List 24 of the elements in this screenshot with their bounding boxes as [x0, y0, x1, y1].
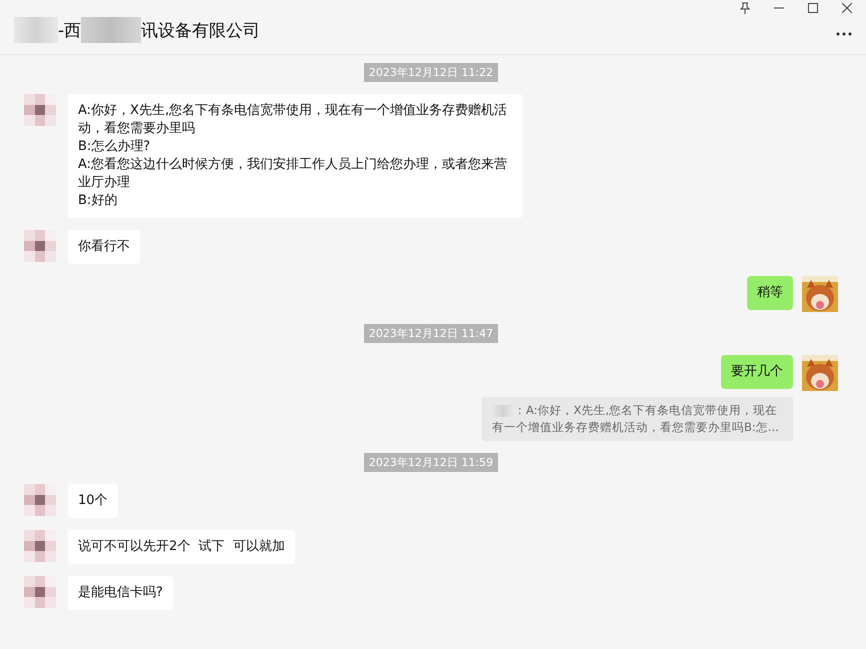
message-bubble: 10个 [68, 484, 118, 518]
message-bubble: 是能电信卡吗? [68, 576, 173, 610]
window-title: 讯设备有限公司 [141, 20, 260, 42]
maximize-icon[interactable] [808, 3, 818, 13]
more-icon[interactable] [836, 32, 852, 36]
avatar [24, 530, 56, 562]
timestamp: 2023年12月12日 11:59 [364, 453, 498, 472]
close-icon[interactable] [842, 3, 852, 13]
message-bubble: 说可不可以先开2个 试下 可以就加 [68, 530, 295, 564]
avatar [24, 94, 56, 126]
avatar [24, 230, 56, 262]
blur-block [81, 17, 142, 43]
timestamp: 2023年12月12日 11:47 [364, 324, 498, 343]
pin-icon[interactable] [740, 2, 750, 14]
timestamp: 2023年12月12日 11:22 [364, 63, 498, 82]
window-title: -西 [58, 20, 82, 42]
message-bubble: 稍等 [747, 276, 793, 310]
avatar [24, 484, 56, 516]
blur-block [14, 17, 58, 43]
message-bubble: A:你好，X先生,您名下有条电信宽带使用，现在有一个增值业务存费赠机活动，看您需要办里吗 B:怎么办理? A:您看您这边什么时候方便，我们安排工作人员上门给您办理，或者您来营业厅办理 B:好的 [68, 94, 523, 218]
message-bubble: 要开几个 [721, 355, 793, 389]
avatar [24, 576, 56, 608]
message-bubble: 你看行不 [68, 230, 140, 264]
quoted-message[interactable]: ：A:你好，X先生,您名下有条电信宽带使用，现在有一个增值业务存费赠机活动，看您需要办里吗B:怎... [482, 397, 793, 441]
